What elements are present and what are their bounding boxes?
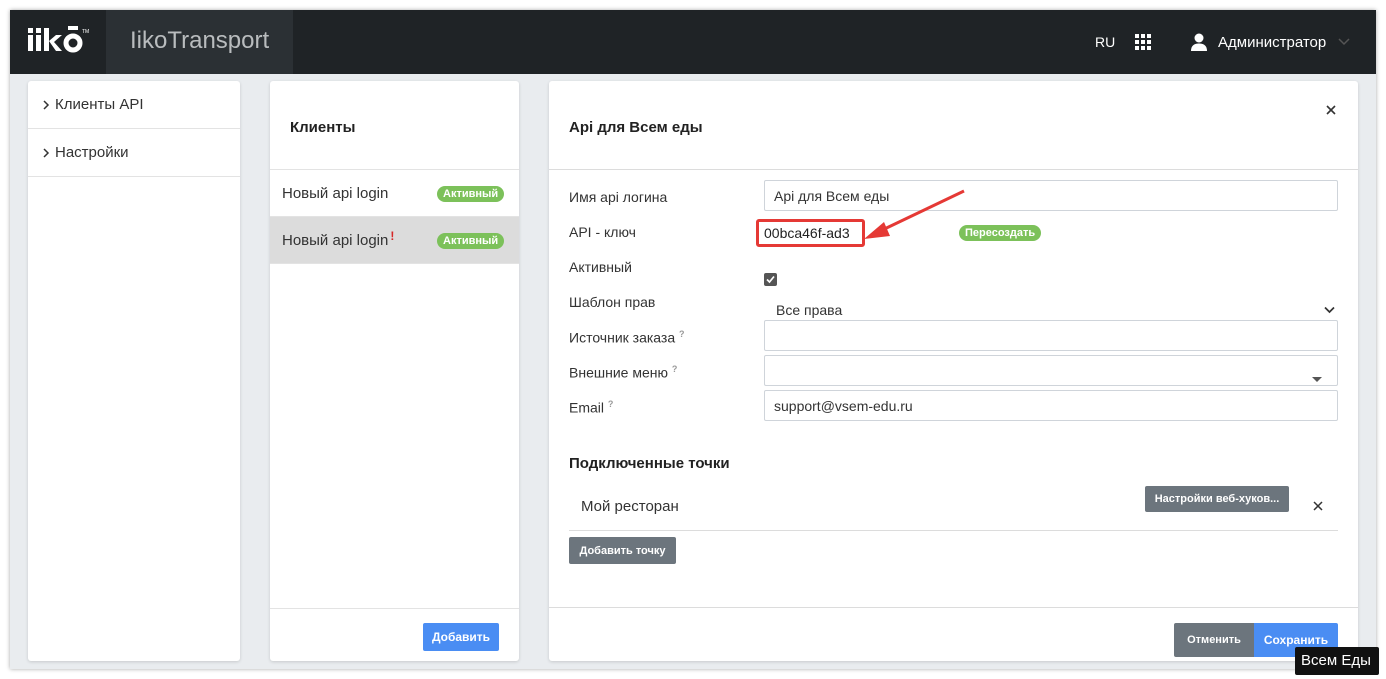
dropdown-caret-icon [1312,377,1322,382]
divider [549,607,1358,608]
point-name: Мой ресторан [581,498,679,515]
watermark-label: Всем Еды [1295,647,1379,675]
add-client-button[interactable]: Добавить [423,623,499,651]
label-email: Email ? [569,399,614,416]
detail-panel: Api для Всем еды Имя api логина Api для … [549,81,1358,661]
chevron-right-icon [43,100,50,110]
connected-points-title: Подключенные точки [569,455,730,472]
top-bar: TM IikoTransport RU Администратор [10,10,1376,74]
clients-panel: Клиенты Новый api login Активный Новый a… [270,81,519,661]
user-name[interactable]: Администратор [1218,34,1326,51]
client-name: Новый api login! [282,229,395,249]
label-order-source: Источник заказа ? [569,329,685,346]
label-rights-template: Шаблон прав [569,294,656,310]
divider [549,169,1358,170]
divider [569,530,1338,531]
user-icon[interactable] [1189,32,1209,52]
help-mark: ? [607,399,614,409]
annotation-arrow-icon [864,189,965,239]
language-switch[interactable]: RU [1095,34,1115,50]
sidebar-item-api-clients[interactable]: Клиенты API [28,81,240,129]
chevron-down-icon[interactable] [1338,34,1350,50]
check-icon [766,275,775,284]
label-external-menus: Внешние меню ? [569,364,678,381]
label-api-login-name: Имя api логина [569,189,668,205]
add-point-button[interactable]: Добавить точку [569,537,676,564]
order-source-input[interactable] [764,320,1338,351]
status-badge: Активный [437,186,505,202]
help-mark: ? [679,329,685,339]
detail-title: Api для Всем еды [569,119,703,136]
api-login-name-input[interactable]: Api для Всем еды [764,180,1338,211]
clients-title: Клиенты [290,119,356,136]
chevron-down-icon [1324,306,1335,314]
label-api-key: API - ключ [569,224,636,240]
status-badge: Активный [437,233,505,249]
cancel-button[interactable]: Отменить [1174,623,1254,657]
external-menus-select[interactable] [764,355,1338,386]
app-window: TM IikoTransport RU Администратор Клиент… [10,10,1376,669]
close-icon[interactable] [1325,104,1337,116]
email-input[interactable]: support@vsem-edu.ru [764,390,1338,421]
divider [270,608,519,609]
sidebar-item-label: Настройки [55,144,129,161]
client-name: Новый api login [282,185,389,202]
active-checkbox[interactable] [764,273,777,286]
remove-point-icon[interactable] [1313,501,1323,511]
label-active: Активный [569,259,632,275]
svg-text:TM: TM [82,29,89,35]
api-key-field[interactable]: 00bca46f-ad3 [756,219,865,247]
help-mark: ? [671,364,678,374]
iiko-logo-icon: TM [28,26,89,53]
chevron-right-icon [43,148,50,158]
sidebar-item-settings[interactable]: Настройки [28,129,240,177]
app-name: IikoTransport [130,27,270,54]
client-row[interactable]: Новый api login Активный [270,170,519,217]
apps-grid-icon[interactable] [1135,34,1152,51]
sidebar: Клиенты API Настройки [28,81,240,661]
sidebar-item-label: Клиенты API [55,96,144,113]
rights-template-value: Все права [776,302,843,318]
client-row-selected[interactable]: Новый api login! Активный [270,217,519,264]
webhook-settings-button[interactable]: Настройки веб-хуков... [1145,486,1289,512]
app-name-box[interactable]: IikoTransport [106,10,293,74]
warning-mark: ! [390,229,395,243]
